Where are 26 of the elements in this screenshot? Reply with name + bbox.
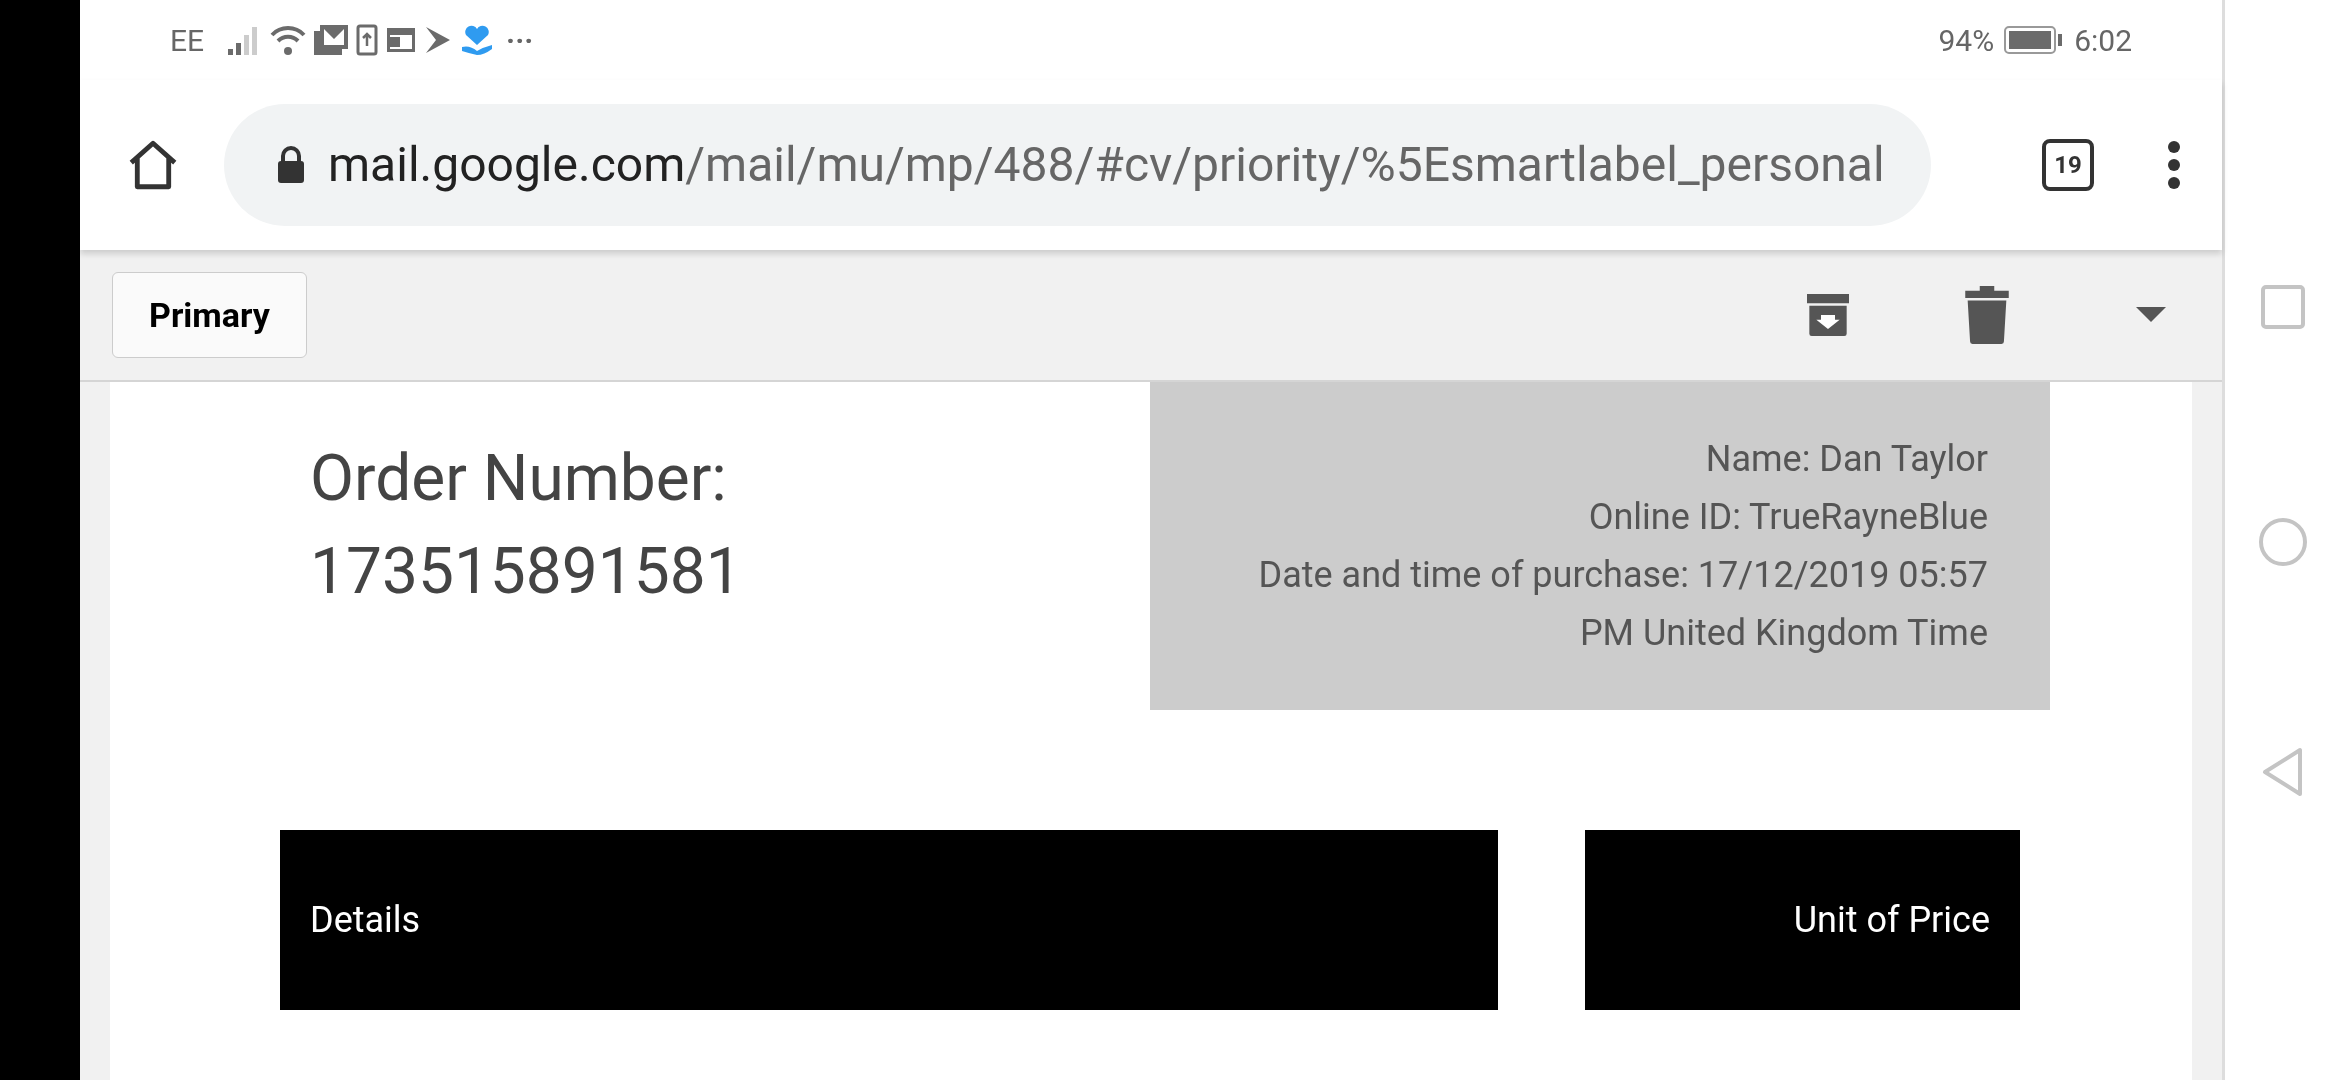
battery-percent: 94% bbox=[1938, 21, 1995, 60]
lock-icon bbox=[276, 146, 306, 184]
more-notifications: ··· bbox=[506, 21, 534, 60]
purchase-info-line: Online ID: TrueRayneBlue bbox=[1588, 495, 1988, 540]
tab-count-button[interactable]: 19 bbox=[2042, 139, 2094, 191]
column-header: Details bbox=[280, 830, 1498, 1010]
trash-icon[interactable] bbox=[1964, 286, 2010, 344]
purchase-info-line: PM United Kingdom Time bbox=[1579, 611, 1988, 656]
news-icon bbox=[386, 26, 417, 54]
more-menu-icon[interactable] bbox=[2166, 139, 2182, 191]
battery-icon bbox=[2004, 25, 2065, 55]
order-number-label: Order Number: bbox=[310, 440, 728, 518]
order-number: 173515891581 bbox=[310, 533, 743, 611]
purchase-info-line: Name: Dan Taylor bbox=[1705, 437, 1988, 482]
carrier-label: EE bbox=[170, 21, 205, 60]
address-bar[interactable]: mail.google.com/mail/mu/mp/488/#cv/priority/%5Esmartlabel_personal bbox=[224, 104, 1931, 226]
column-header: Unit of Price bbox=[1585, 830, 2020, 1010]
dropdown-caret-icon[interactable] bbox=[2136, 307, 2166, 323]
url-text: mail.google.com/mail/mu/mp/488/#cv/priority/%5Esmartlabel_personal bbox=[328, 135, 1885, 195]
phone-upload-icon bbox=[356, 24, 379, 56]
clock: 6:02 bbox=[2074, 21, 2132, 60]
purchase-info-line: Date and time of purchase: 17/12/2019 05:57 bbox=[1258, 553, 1988, 598]
mail-icon bbox=[314, 25, 349, 55]
back-button[interactable]: Primary bbox=[112, 272, 307, 358]
heart-hand-icon bbox=[460, 25, 495, 55]
wifi-icon bbox=[270, 25, 307, 55]
